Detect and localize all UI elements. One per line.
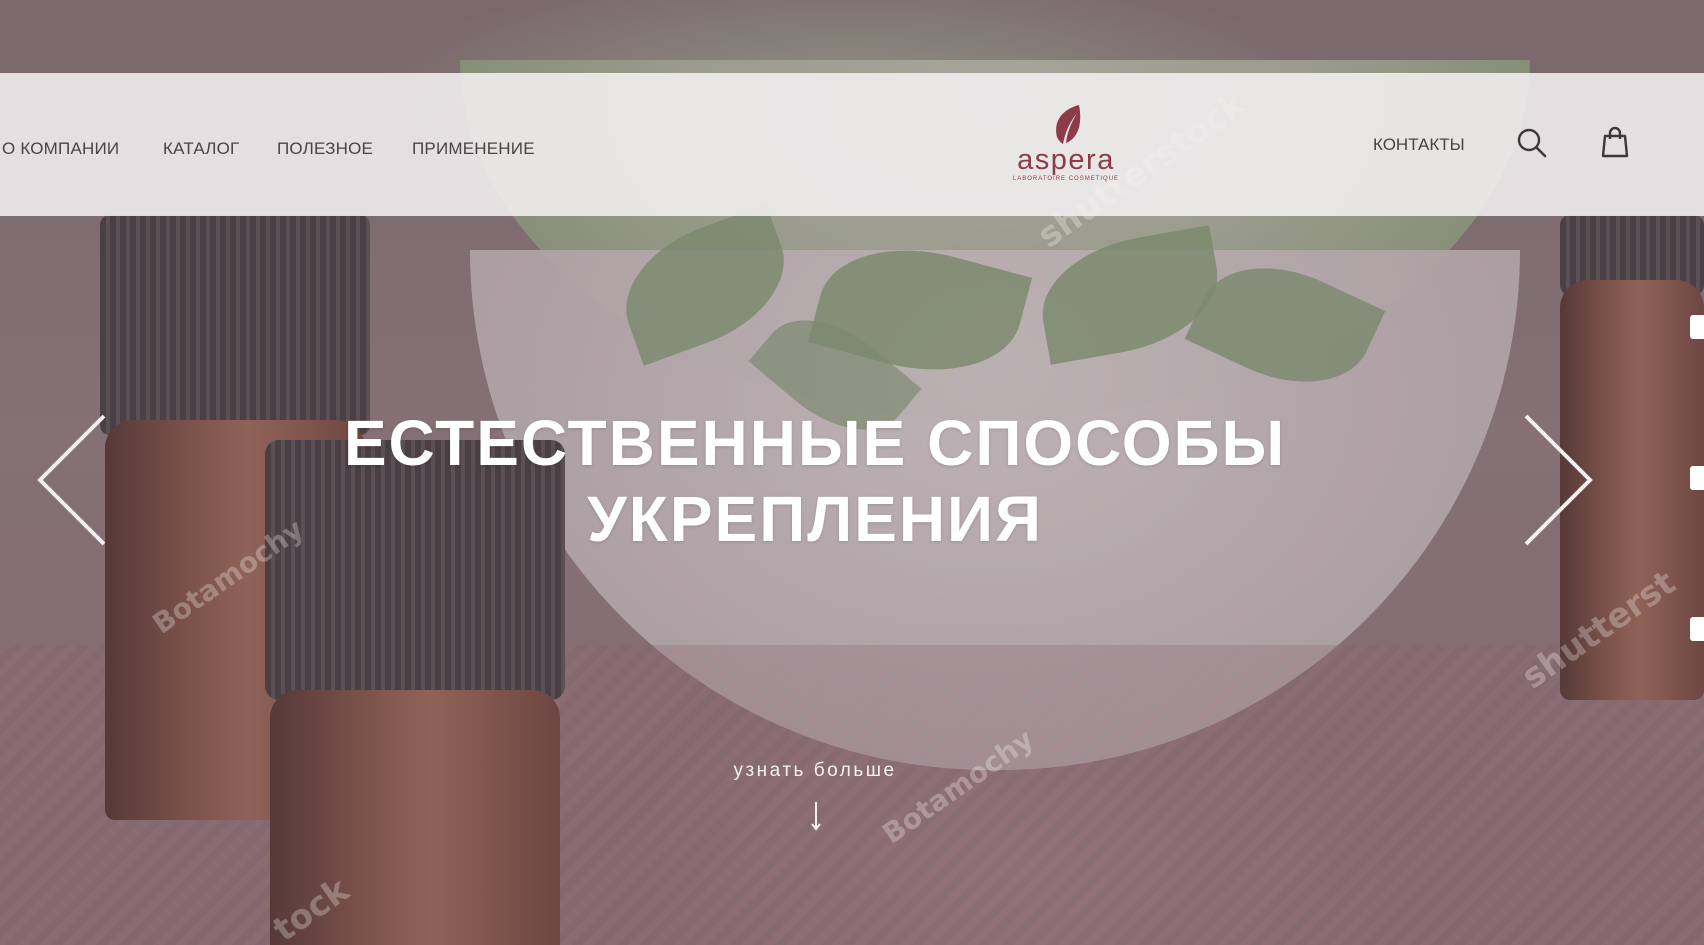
social-icon[interactable] [1690,466,1704,490]
social-icon[interactable] [1690,315,1704,339]
slider-next-button[interactable] [1518,412,1594,548]
nav-item-useful[interactable]: ПОЛЕЗНОЕ [277,139,373,159]
hero-headline: ЕСТЕСТВЕННЫЕ СПОСОБЫ УКРЕПЛЕНИЯ [300,405,1330,557]
nav-item-contacts[interactable]: КОНТАКТЫ [1373,135,1465,155]
hero-headline-line-2: УКРЕПЛЕНИЯ [586,483,1044,555]
hero-headline-line-1: ЕСТЕСТВЕННЫЕ СПОСОБЫ [343,407,1287,479]
nav-item-catalog[interactable]: КАТАЛОГ [163,139,239,159]
site-header: О КОМПАНИИ КАТАЛОГ ПОЛЕЗНОЕ ПРИМЕНЕНИЕ a… [0,73,1704,216]
scroll-down-button[interactable] [806,800,826,832]
search-button[interactable] [1515,126,1549,160]
arrow-down-icon [811,802,821,831]
slider-prev-button[interactable] [36,412,112,548]
cart-button[interactable] [1598,125,1632,159]
brand-logo[interactable]: aspera LABORATOIRE COSMETIQUE [1010,103,1122,193]
logo-subtitle: LABORATOIRE COSMETIQUE [1012,176,1120,182]
search-icon [1517,128,1547,158]
social-icon[interactable] [1690,617,1704,641]
shopping-bag-icon [1601,126,1629,158]
nav-item-about[interactable]: О КОМПАНИИ [2,139,119,159]
chevron-left-icon [37,414,106,546]
nav-item-application[interactable]: ПРИМЕНЕНИЕ [412,139,535,159]
leaf-logo-icon [1056,105,1081,144]
logo-wordmark: aspera [1017,144,1115,176]
learn-more-link[interactable]: узнать больше [690,760,940,782]
chevron-right-icon [1524,414,1593,546]
